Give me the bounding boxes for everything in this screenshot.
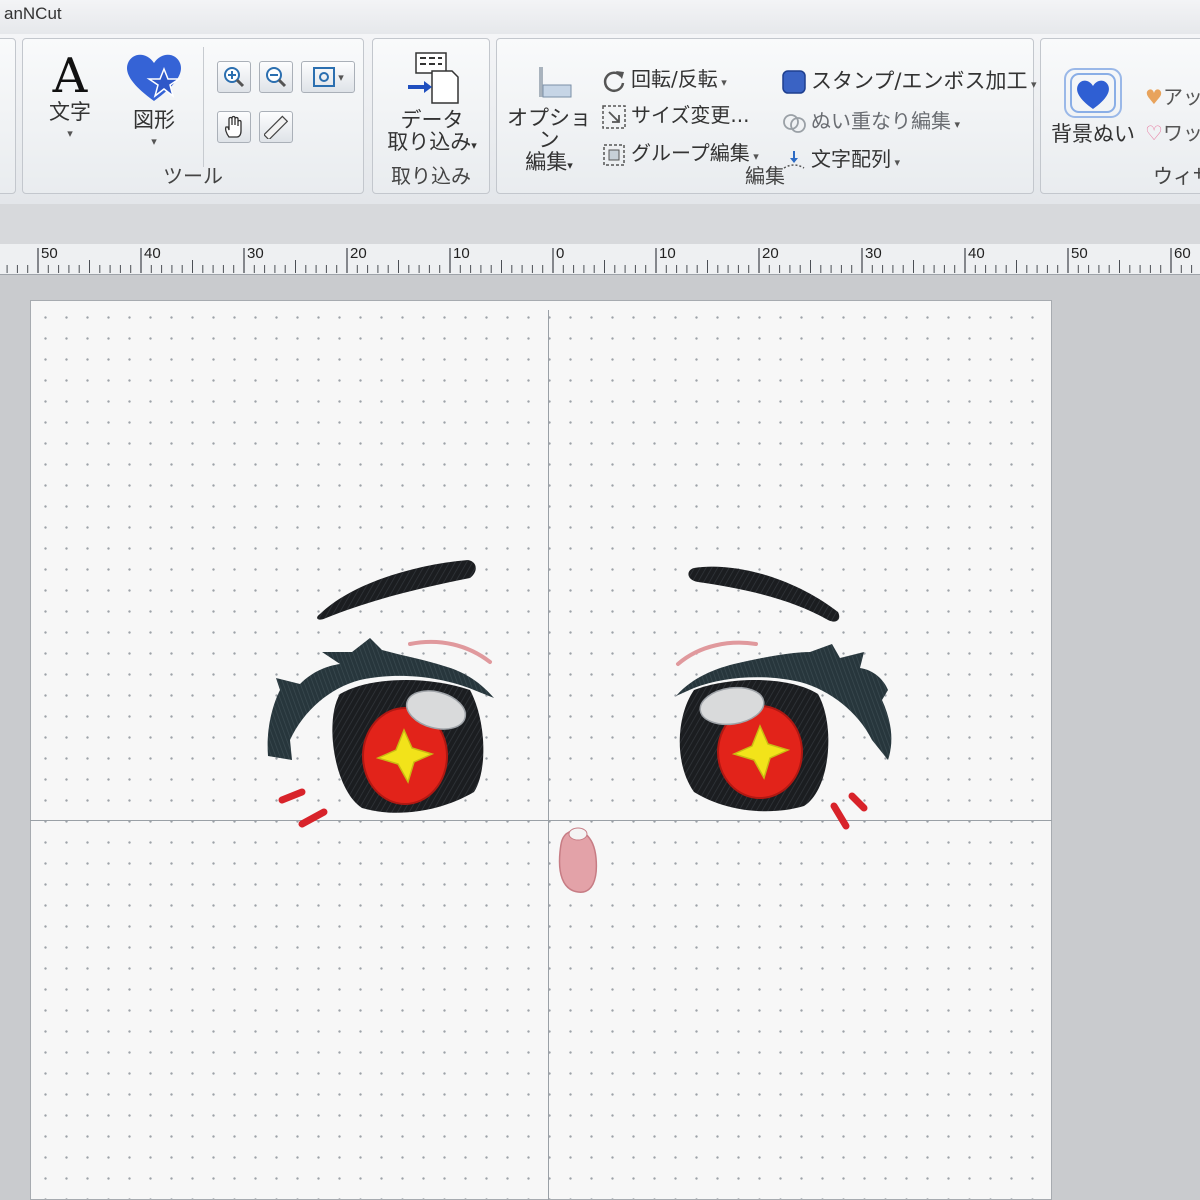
left-eyebrow[interactable] xyxy=(317,560,476,620)
left-blush-mark xyxy=(278,788,306,804)
mouth-highlight xyxy=(568,827,588,841)
left-blush-mark xyxy=(298,808,328,828)
right-eye-crease xyxy=(676,640,758,666)
embroidery-design[interactable] xyxy=(0,0,1200,1200)
right-eyebrow[interactable] xyxy=(688,566,840,622)
right-blush-mark xyxy=(848,792,868,812)
left-eye-crease xyxy=(408,639,492,664)
right-blush-mark xyxy=(830,802,850,830)
